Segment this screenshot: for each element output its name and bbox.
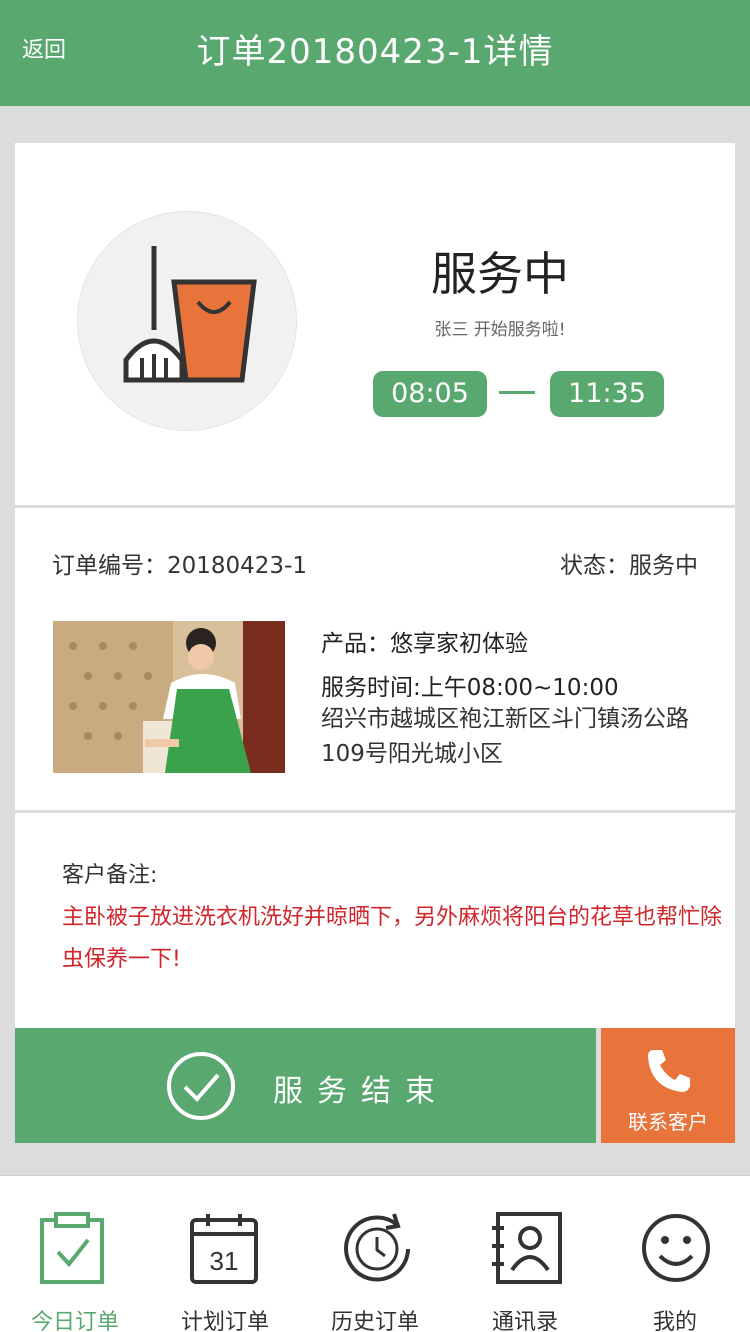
remark-text: 主卧被子放进洗衣机洗好并晾晒下，另外麻烦将阳台的花草也帮忙除虫保养一下!: [62, 905, 723, 972]
start-time-badge: 08:05: [373, 371, 487, 417]
service-time: 服务时间:上午08:00~10:00: [321, 675, 619, 701]
calendar-icon: 31: [190, 1214, 258, 1284]
remark-label: 客户备注:: [62, 863, 158, 888]
bottom-tab-bar: 今日订单 31 计划订单 历史订单 通讯录 我的: [0, 1175, 750, 1332]
svg-text:31: 31: [210, 1246, 239, 1276]
tab-today-orders[interactable]: 今日订单: [0, 1176, 150, 1332]
clipboard-check-icon: [40, 1212, 104, 1284]
tab-history-orders[interactable]: 历史订单: [300, 1176, 450, 1332]
end-service-button[interactable]: 服务结束: [15, 1028, 596, 1143]
product-photo: [53, 621, 285, 773]
tab-label: 我的: [652, 1310, 697, 1332]
tab-label: 通讯录: [491, 1310, 558, 1332]
tab-profile[interactable]: 我的: [600, 1176, 750, 1332]
product-name: 产品：悠享家初体验: [321, 631, 528, 657]
order-number: 订单编号：20180423-1: [52, 553, 307, 579]
phone-icon: [648, 1050, 690, 1092]
service-status: 服务中: [431, 247, 569, 301]
remark-card: 客户备注: 主卧被子放进洗衣机洗好并晾晒下，另外麻烦将阳台的花草也帮忙除虫保养一…: [15, 813, 735, 1028]
end-time-badge: 11:35: [550, 371, 664, 417]
status-card: 服务中 张三 开始服务啦! 08:05 11:35: [15, 143, 735, 505]
page-title: 订单20180423-1详情: [196, 32, 554, 72]
tab-label: 今日订单: [30, 1310, 119, 1332]
tab-label: 历史订单: [330, 1310, 419, 1332]
contact-customer-button[interactable]: 联系客户: [601, 1028, 735, 1143]
contacts-icon: [492, 1212, 562, 1284]
check-circle-icon: [167, 1052, 235, 1120]
order-status: 状态：服务中: [560, 553, 698, 579]
header-bar: 返回 订单20180423-1详情: [0, 0, 750, 106]
tab-contacts[interactable]: 通讯录: [450, 1176, 600, 1332]
contact-customer-label: 联系客户: [628, 1110, 708, 1134]
end-service-label: 服务结束: [273, 1074, 449, 1109]
time-separator: [499, 391, 535, 394]
tab-label: 计划订单: [180, 1310, 269, 1332]
broom-bucket-icon: [123, 246, 257, 383]
smiley-icon: [642, 1214, 710, 1282]
service-address: 绍兴市越城区袍江新区斗门镇汤公路109号阳光城小区: [321, 706, 689, 767]
order-info-card: 订单编号：20180423-1 状态：服务中 产品：悠享家初体验 服务时间:上午…: [15, 508, 735, 810]
cleaning-avatar: [77, 211, 297, 431]
history-clock-icon: [344, 1213, 410, 1282]
service-subtitle: 张三 开始服务啦!: [434, 320, 566, 340]
tab-planned-orders[interactable]: 31 计划订单: [150, 1176, 300, 1332]
